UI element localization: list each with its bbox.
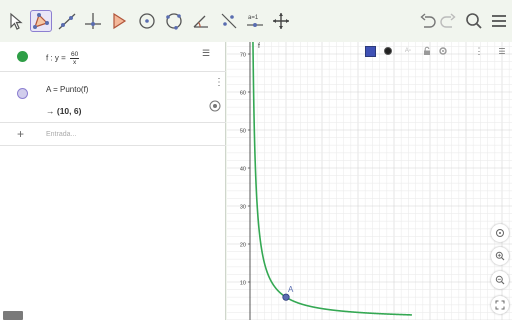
settings-icon[interactable] (437, 44, 449, 58)
label-style-icon[interactable]: A▫ (401, 44, 415, 58)
zoom-out-icon (495, 275, 505, 285)
lock-icon[interactable] (421, 44, 433, 58)
slider-tool-icon[interactable]: a=1 (244, 10, 266, 32)
color-swatch[interactable] (363, 44, 377, 58)
reflect-tool-icon[interactable] (218, 10, 240, 32)
y-tick-label: 30 (240, 205, 246, 211)
line-tool-icon[interactable] (56, 10, 78, 32)
function-curve-f[interactable] (252, 42, 412, 316)
point-a[interactable] (282, 293, 290, 301)
search-icon[interactable] (463, 10, 485, 32)
item-menu-icon[interactable]: ⋮ (214, 78, 224, 88)
move-graphics-tool-icon[interactable] (270, 10, 292, 32)
visibility-toggle-a[interactable] (17, 88, 28, 99)
expand-style-bar-icon[interactable]: ☰ (496, 44, 508, 58)
graphics-style-bar: A▫ ⋮ ☰ (357, 44, 512, 58)
toolbar: a=1 (0, 0, 512, 42)
animate-icon[interactable] (209, 100, 221, 112)
function-fraction: 60 x (70, 51, 80, 66)
home-icon (496, 229, 504, 237)
function-definition: f : y = 60 x (46, 51, 80, 66)
y-tick-label: 10 (240, 281, 246, 287)
toggle-style-bar-icon[interactable]: ☰ (202, 48, 210, 59)
graphics-view[interactable]: 10 20 30 40 50 60 70 A f (227, 42, 512, 320)
circle-center-tool-icon[interactable] (136, 10, 158, 32)
polygon-tool-icon[interactable] (108, 10, 130, 32)
point-tool-icon[interactable] (30, 10, 52, 32)
y-tick-label: 60 (240, 91, 246, 97)
zoom-in-icon (495, 251, 505, 261)
menu-icon[interactable] (488, 10, 510, 32)
input-bar[interactable]: + Entrada... (0, 124, 226, 146)
graph-canvas[interactable]: 10 20 30 40 50 60 70 A f (227, 42, 512, 320)
undo-icon[interactable] (417, 10, 439, 32)
keyboard-icon[interactable] (3, 311, 23, 320)
point-definition: A = Punto(f) (46, 85, 89, 94)
algebra-item-f[interactable]: f : y = 60 x ☰ (0, 42, 226, 72)
more-options-icon[interactable]: ⋮ (475, 44, 484, 58)
algebra-item-a[interactable]: A = Punto(f) → (10, 6) ⋮ (0, 73, 226, 123)
add-icon[interactable]: + (17, 127, 24, 141)
slider-tool-label: a=1 (248, 15, 259, 21)
input-placeholder[interactable]: Entrada... (46, 131, 76, 138)
y-tick-label: 40 (240, 167, 246, 173)
function-prefix: f : y = (46, 53, 66, 63)
move-tool-icon[interactable] (5, 10, 27, 32)
geogebra-app: a=1 f : y = 60 x ☰ A = Punto(f) → (10, 6… (0, 0, 512, 320)
fullscreen-icon (495, 300, 505, 310)
axis-label-f: f (258, 43, 260, 50)
algebra-view: f : y = 60 x ☰ A = Punto(f) → (10, 6) ⋮ … (0, 42, 226, 320)
point-a-label: A (288, 285, 294, 294)
circle-three-points-tool-icon[interactable] (163, 10, 185, 32)
angle-tool-icon[interactable] (190, 10, 212, 32)
y-tick-label: 20 (240, 243, 246, 249)
point-style-icon[interactable] (382, 44, 394, 58)
function-numerator: 60 (70, 51, 80, 59)
visibility-toggle-f[interactable] (17, 51, 28, 62)
y-tick-label: 50 (240, 129, 246, 135)
redo-icon[interactable] (437, 10, 459, 32)
home-view-button[interactable] (491, 224, 509, 242)
fullscreen-button[interactable] (491, 296, 509, 314)
function-denominator: x (73, 59, 77, 66)
zoom-out-button[interactable] (491, 271, 509, 289)
y-tick-label: 70 (240, 53, 246, 59)
point-value: → (10, 6) (46, 106, 82, 116)
zoom-in-button[interactable] (491, 247, 509, 265)
perpendicular-tool-icon[interactable] (82, 10, 104, 32)
